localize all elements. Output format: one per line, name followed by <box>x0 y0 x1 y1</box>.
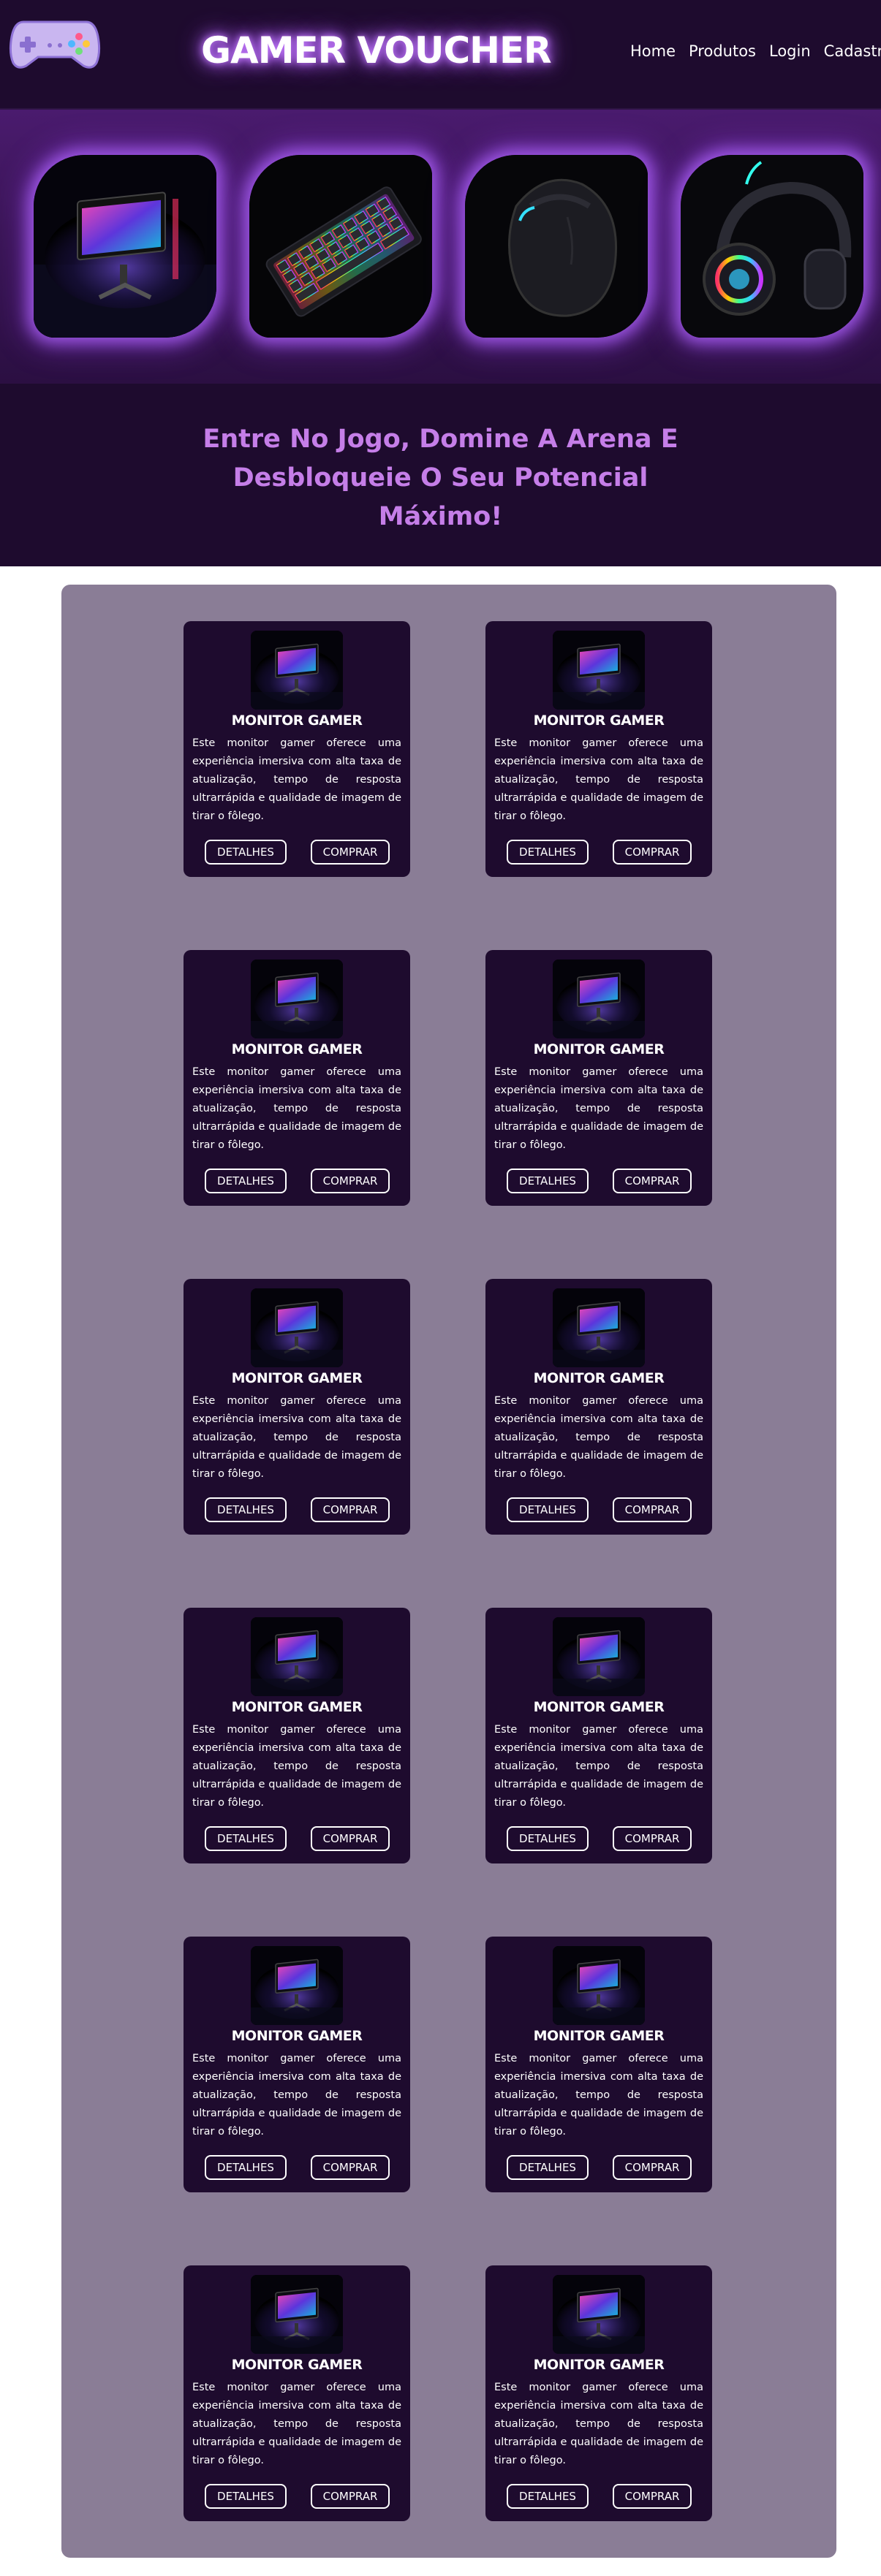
product-card: MONITOR GAMER Este monitor gamer oferece… <box>485 1608 712 1863</box>
monitor-product-image <box>251 2275 343 2354</box>
details-button[interactable]: DETALHES <box>507 1826 589 1851</box>
product-description: Este monitor gamer oferece uma experiênc… <box>192 1724 401 1809</box>
product-title: MONITOR GAMER <box>231 1041 363 1057</box>
monitor-product-image <box>251 631 343 710</box>
details-button[interactable]: DETALHES <box>205 1497 287 1522</box>
hero-keyboard-image <box>249 155 432 338</box>
hero-strip <box>0 110 881 384</box>
monitor-product-image <box>553 631 645 710</box>
products-section: MONITOR GAMER Este monitor gamer oferece… <box>61 585 836 2558</box>
details-button[interactable]: DETALHES <box>205 840 287 865</box>
buy-button[interactable]: COMPRAR <box>311 1826 390 1851</box>
product-card: MONITOR GAMER Este monitor gamer oferece… <box>485 1279 712 1535</box>
details-button[interactable]: DETALHES <box>205 2484 287 2509</box>
buy-button[interactable]: COMPRAR <box>613 1826 692 1851</box>
main-nav: Home Produtos Login Cadastro <box>630 42 881 60</box>
product-description: Este monitor gamer oferece uma experiênc… <box>494 1724 703 1809</box>
monitor-product-image <box>553 1946 645 2025</box>
product-card: MONITOR GAMER Este monitor gamer oferece… <box>485 2265 712 2521</box>
product-card: MONITOR GAMER Este monitor gamer oferece… <box>184 621 410 877</box>
buy-button[interactable]: COMPRAR <box>613 1497 692 1522</box>
tagline-section: Entre No Jogo, Domine A Arena E Desbloqu… <box>0 384 881 566</box>
hero-monitor-image <box>34 155 216 338</box>
details-button[interactable]: DETALHES <box>205 2155 287 2180</box>
product-title: MONITOR GAMER <box>533 1699 665 1715</box>
product-description: Este monitor gamer oferece uma experiênc… <box>192 737 401 822</box>
product-title: MONITOR GAMER <box>533 2028 665 2044</box>
buy-button[interactable]: COMPRAR <box>311 1169 390 1193</box>
monitor-product-image <box>251 1946 343 2025</box>
hero-mouse-image <box>465 155 648 338</box>
product-card: MONITOR GAMER Este monitor gamer oferece… <box>485 1937 712 2192</box>
details-button[interactable]: DETALHES <box>507 1169 589 1193</box>
details-button[interactable]: DETALHES <box>507 1497 589 1522</box>
product-title: MONITOR GAMER <box>231 2357 363 2373</box>
details-button[interactable]: DETALHES <box>205 1826 287 1851</box>
buy-button[interactable]: COMPRAR <box>311 2484 390 2509</box>
monitor-product-image <box>553 1288 645 1367</box>
buy-button[interactable]: COMPRAR <box>613 2155 692 2180</box>
buy-button[interactable]: COMPRAR <box>613 1169 692 1193</box>
product-title: MONITOR GAMER <box>533 713 665 729</box>
buy-button[interactable]: COMPRAR <box>311 1497 390 1522</box>
product-description: Este monitor gamer oferece uma experiênc… <box>192 2053 401 2138</box>
monitor-product-image <box>251 1617 343 1696</box>
buy-button[interactable]: COMPRAR <box>613 840 692 865</box>
details-button[interactable]: DETALHES <box>507 840 589 865</box>
product-title: MONITOR GAMER <box>533 2357 665 2373</box>
product-card: MONITOR GAMER Este monitor gamer oferece… <box>184 1608 410 1863</box>
product-description: Este monitor gamer oferece uma experiênc… <box>494 2382 703 2466</box>
details-button[interactable]: DETALHES <box>507 2155 589 2180</box>
monitor-product-image <box>553 1617 645 1696</box>
product-card: MONITOR GAMER Este monitor gamer oferece… <box>485 621 712 877</box>
site-header: GAMER VOUCHER Home Produtos Login Cadast… <box>0 0 881 110</box>
monitor-product-image <box>553 2275 645 2354</box>
tagline: Entre No Jogo, Domine A Arena E Desbloqu… <box>203 425 678 531</box>
product-card: MONITOR GAMER Este monitor gamer oferece… <box>184 2265 410 2521</box>
monitor-product-image <box>251 1288 343 1367</box>
product-card: MONITOR GAMER Este monitor gamer oferece… <box>184 1279 410 1535</box>
product-description: Este monitor gamer oferece uma experiênc… <box>494 2053 703 2138</box>
nav-link-login[interactable]: Login <box>769 42 811 60</box>
buy-button[interactable]: COMPRAR <box>311 840 390 865</box>
nav-link-produtos[interactable]: Produtos <box>689 42 756 60</box>
product-card: MONITOR GAMER Este monitor gamer oferece… <box>184 1937 410 2192</box>
nav-link-cadastro[interactable]: Cadastro <box>824 42 881 60</box>
details-button[interactable]: DETALHES <box>507 2484 589 2509</box>
hero-headset-image <box>681 155 863 338</box>
buy-button[interactable]: COMPRAR <box>311 2155 390 2180</box>
nav-link-home[interactable]: Home <box>630 42 676 60</box>
product-description: Este monitor gamer oferece uma experiênc… <box>192 2382 401 2466</box>
product-title: MONITOR GAMER <box>533 1370 665 1386</box>
product-card: MONITOR GAMER Este monitor gamer oferece… <box>184 950 410 1206</box>
monitor-product-image <box>251 960 343 1038</box>
product-description: Este monitor gamer oferece uma experiênc… <box>494 1066 703 1151</box>
product-title: MONITOR GAMER <box>231 713 363 729</box>
buy-button[interactable]: COMPRAR <box>613 2484 692 2509</box>
product-description: Este monitor gamer oferece uma experiênc… <box>192 1395 401 1480</box>
monitor-product-image <box>553 960 645 1038</box>
product-title: MONITOR GAMER <box>533 1041 665 1057</box>
product-description: Este monitor gamer oferece uma experiênc… <box>494 737 703 822</box>
product-description: Este monitor gamer oferece uma experiênc… <box>494 1395 703 1480</box>
brand-title: GAMER VOUCHER <box>201 29 552 72</box>
gamepad-icon[interactable] <box>7 15 102 73</box>
product-description: Este monitor gamer oferece uma experiênc… <box>192 1066 401 1151</box>
details-button[interactable]: DETALHES <box>205 1169 287 1193</box>
product-card: MONITOR GAMER Este monitor gamer oferece… <box>485 950 712 1206</box>
product-title: MONITOR GAMER <box>231 1370 363 1386</box>
product-title: MONITOR GAMER <box>231 1699 363 1715</box>
product-title: MONITOR GAMER <box>231 2028 363 2044</box>
